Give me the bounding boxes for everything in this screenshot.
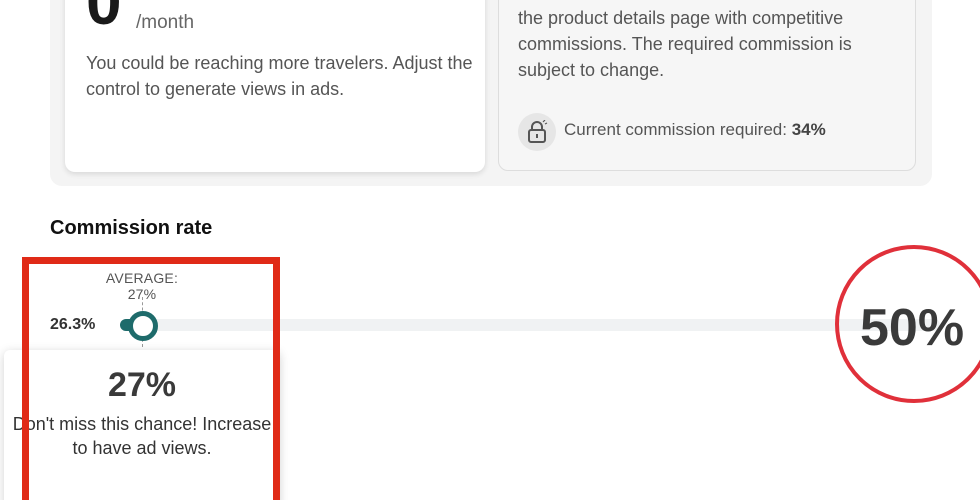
current-commission-label: Current commission required: xyxy=(564,120,787,139)
ad-views-description: You could be reaching more travelers. Ad… xyxy=(86,53,473,99)
current-commission-value: 34% xyxy=(791,120,826,139)
highlight-annotation-rectangle xyxy=(22,257,280,500)
ad-views-count: 0 xyxy=(86,0,122,38)
current-commission: Current commission required: 34% xyxy=(564,120,826,140)
highlight-annotation-circle xyxy=(835,245,980,403)
ad-views-unit: /month xyxy=(136,12,195,33)
commission-settings-page: 0 /month You could be reaching more trav… xyxy=(0,0,980,500)
commission-info-description: the product details page with competitiv… xyxy=(518,8,852,80)
lock-icon xyxy=(518,113,556,151)
commission-rate-title: Commission rate xyxy=(50,217,213,239)
